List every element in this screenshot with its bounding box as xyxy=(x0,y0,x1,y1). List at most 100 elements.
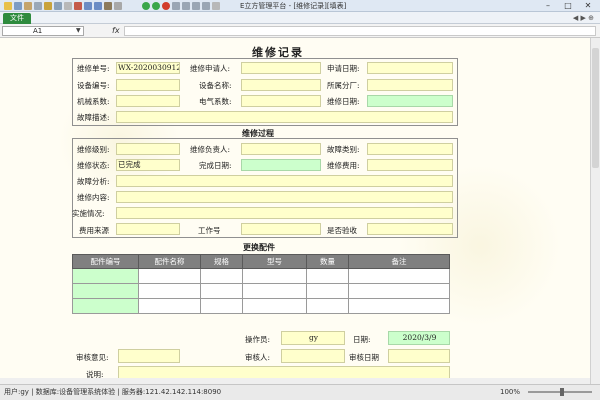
table-row xyxy=(72,283,450,299)
sheet-area: 维修记录 维修单号: WX-20200309122 维修申请人: 申请日期: 设… xyxy=(0,38,600,384)
vertical-scrollbar[interactable] xyxy=(590,38,600,384)
export-icon[interactable] xyxy=(104,2,112,10)
file-tab[interactable]: 文件 xyxy=(3,13,31,24)
apply-date-field[interactable] xyxy=(367,62,453,74)
equipment-name-field[interactable] xyxy=(241,79,321,91)
table-cell[interactable] xyxy=(138,268,201,284)
add-record-icon[interactable] xyxy=(142,2,150,10)
label-fault-analysis: 故障分析: xyxy=(77,177,110,186)
review-date-field[interactable] xyxy=(388,349,450,363)
electrical-coef-field[interactable] xyxy=(241,95,321,107)
operator-field[interactable]: gy xyxy=(281,331,345,345)
redo-icon[interactable] xyxy=(94,2,102,10)
maximize-button[interactable]: □ xyxy=(560,1,576,10)
repair-cost-field[interactable] xyxy=(367,159,453,171)
settings-icon[interactable] xyxy=(114,2,122,10)
col-model: 型号 xyxy=(242,254,307,269)
status-text: 用户:gy | 数据库:设备管理系统体验 | 服务器:121.42.142.11… xyxy=(4,388,222,396)
table-cell[interactable] xyxy=(138,298,201,314)
label-work-no: 工作号 xyxy=(198,226,221,235)
table-cell[interactable] xyxy=(242,283,307,299)
chevron-down-icon[interactable]: ▼ xyxy=(76,27,81,34)
delete-icon[interactable] xyxy=(74,2,82,10)
folder-icon[interactable] xyxy=(44,2,52,10)
ribbon-nav[interactable]: ◀ ▶ ⊕ xyxy=(573,14,594,22)
label-repair-level: 维修级别: xyxy=(77,145,110,154)
prev-record-icon[interactable] xyxy=(182,2,190,10)
open-icon[interactable] xyxy=(24,2,32,10)
cancel-icon[interactable] xyxy=(162,2,170,10)
fault-category-field[interactable] xyxy=(367,143,453,155)
cost-source-field[interactable] xyxy=(116,223,180,235)
date-field[interactable]: 2020/3/9 xyxy=(388,331,450,345)
label-operator: 操作员: xyxy=(245,335,271,344)
table-cell[interactable] xyxy=(306,298,349,314)
formula-input[interactable] xyxy=(124,26,596,36)
repair-status-field[interactable]: 已完成 xyxy=(116,159,180,171)
table-cell[interactable] xyxy=(72,298,139,314)
col-spec: 规格 xyxy=(200,254,243,269)
label-repair-lead: 维修负责人: xyxy=(190,145,231,154)
window-title: E立方管理平台 - [维修记录][填表] xyxy=(240,2,347,10)
label-branch: 所属分厂: xyxy=(327,81,360,90)
mechanical-coef-field[interactable] xyxy=(116,95,180,107)
work-no-field[interactable] xyxy=(241,223,321,235)
repair-lead-field[interactable] xyxy=(241,143,321,155)
table-cell[interactable] xyxy=(242,298,307,314)
equipment-no-field[interactable] xyxy=(116,79,180,91)
implementation-field[interactable] xyxy=(116,207,453,219)
label-accepted: 是否验收 xyxy=(327,226,357,235)
label-apply-date: 申请日期: xyxy=(327,64,360,73)
print-icon[interactable] xyxy=(34,2,42,10)
table-cell[interactable] xyxy=(242,268,307,284)
col-remark: 备注 xyxy=(348,254,450,269)
close-button[interactable]: ✕ xyxy=(580,1,596,10)
save-icon[interactable] xyxy=(14,2,22,10)
function-icon[interactable]: fx xyxy=(112,26,120,35)
table-cell[interactable] xyxy=(348,298,450,314)
table-cell[interactable] xyxy=(200,298,243,314)
fault-desc-field[interactable] xyxy=(116,111,453,123)
label-implementation: 实施情况: xyxy=(72,209,105,218)
fault-analysis-field[interactable] xyxy=(116,175,453,187)
dropdown-icon[interactable] xyxy=(212,2,220,10)
formula-bar: A1 ▼ fx xyxy=(0,24,600,38)
quick-access-toolbar xyxy=(4,1,122,11)
table-cell[interactable] xyxy=(138,283,201,299)
table-cell[interactable] xyxy=(306,268,349,284)
copy-icon[interactable] xyxy=(54,2,62,10)
review-opinion-field[interactable] xyxy=(118,349,180,363)
paste-icon[interactable] xyxy=(64,2,72,10)
applicant-field[interactable] xyxy=(241,62,321,74)
next-record-icon[interactable] xyxy=(192,2,200,10)
reviewer-field[interactable] xyxy=(281,349,345,363)
complete-date-field[interactable] xyxy=(241,159,321,171)
confirm-icon[interactable] xyxy=(152,2,160,10)
label-mechanical-coef: 机械系数: xyxy=(77,97,110,106)
table-cell[interactable] xyxy=(348,283,450,299)
repair-content-field[interactable] xyxy=(116,191,453,203)
label-electrical-coef: 电气系数: xyxy=(199,97,232,106)
table-cell[interactable] xyxy=(200,268,243,284)
first-record-icon[interactable] xyxy=(172,2,180,10)
table-cell[interactable] xyxy=(72,268,139,284)
repair-date-field[interactable] xyxy=(367,95,453,107)
accepted-field[interactable] xyxy=(367,223,453,235)
repair-no-field[interactable]: WX-20200309122 xyxy=(116,62,180,74)
table-cell[interactable] xyxy=(72,283,139,299)
scrollbar-thumb[interactable] xyxy=(592,48,599,168)
table-cell[interactable] xyxy=(200,283,243,299)
name-box[interactable]: A1 xyxy=(2,26,84,36)
table-cell[interactable] xyxy=(306,283,349,299)
minimize-button[interactable]: – xyxy=(540,1,556,10)
label-reviewer: 审核人: xyxy=(245,353,271,362)
label-fault-desc: 故障描述: xyxy=(77,113,110,122)
last-record-icon[interactable] xyxy=(202,2,210,10)
zoom-slider-handle[interactable] xyxy=(560,388,564,396)
table-cell[interactable] xyxy=(348,268,450,284)
label-cost-source: 费用来源 xyxy=(79,226,109,235)
undo-icon[interactable] xyxy=(84,2,92,10)
col-part-no: 配件编号 xyxy=(72,254,139,269)
repair-level-field[interactable] xyxy=(116,143,180,155)
branch-field[interactable] xyxy=(367,79,453,91)
